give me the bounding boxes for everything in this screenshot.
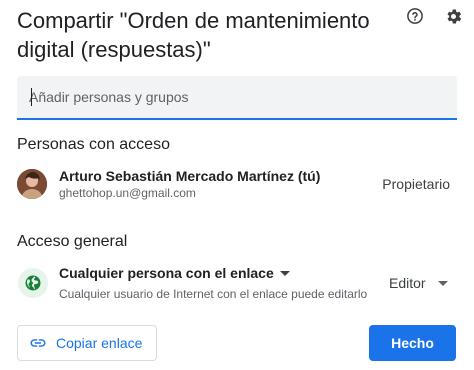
person-email: ghettohop.un@gmail.com [59,186,196,200]
dialog-title: Compartir "Orden de mantenimiento digita… [17,8,370,62]
add-people-field[interactable] [17,76,457,120]
general-access-description: Cualquier usuario de Internet con el enl… [59,287,368,301]
share-dialog: Compartir "Orden de mantenimiento digita… [0,0,474,370]
link-icon [30,339,46,347]
person-name: Arturo Sebastián Mercado Martínez (tú) [59,168,321,184]
chevron-down-icon [279,270,290,276]
text-cursor [31,88,32,106]
role-dropdown[interactable]: Editor [389,275,448,291]
general-access-heading: Acceso general [17,233,128,250]
copy-link-label: Copiar enlace [56,335,143,351]
role-label: Editor [389,275,426,291]
help-circle-icon[interactable] [405,6,425,26]
general-access-dropdown[interactable]: Cualquier persona con el enlace [59,265,290,281]
chevron-down-icon [437,280,448,286]
person-role: Propietario [382,176,450,192]
add-people-input[interactable] [29,76,439,118]
people-with-access-heading: Personas con acceso [17,136,170,153]
globe-icon [18,268,48,298]
done-button[interactable]: Hecho [369,325,456,361]
avatar [17,169,47,199]
general-access-label: Cualquier persona con el enlace [59,265,274,281]
gear-icon[interactable] [443,6,463,26]
copy-link-button[interactable]: Copiar enlace [17,325,157,361]
